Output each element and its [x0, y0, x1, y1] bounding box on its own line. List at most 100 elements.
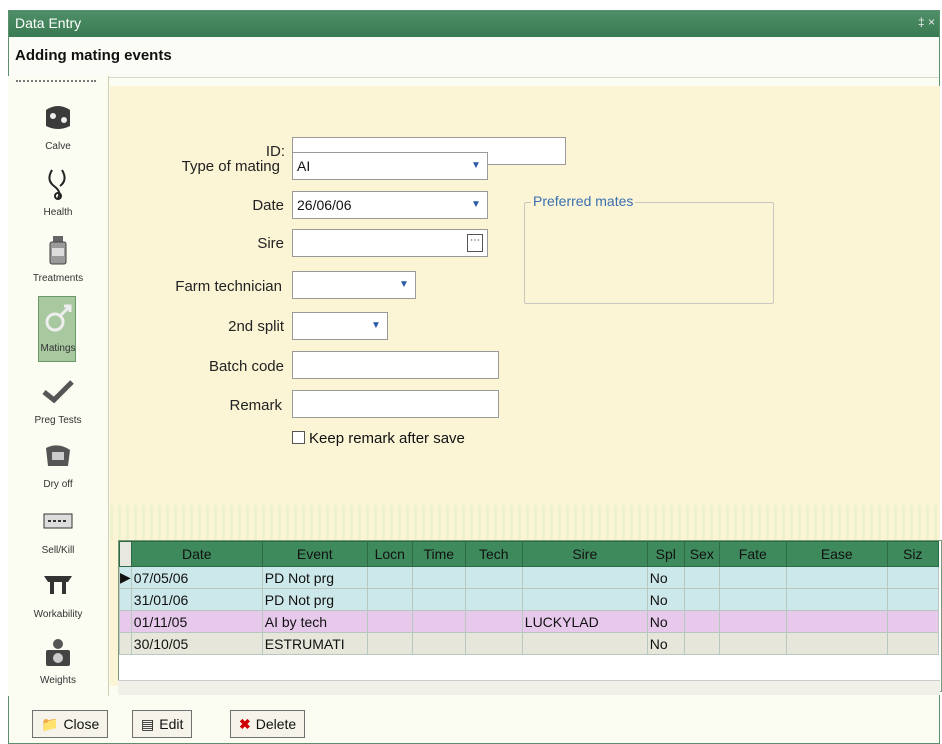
table-cell[interactable] [366, 632, 413, 655]
table-cell[interactable] [718, 566, 787, 589]
table-cell[interactable]: No [646, 566, 685, 589]
column-header[interactable]: Locn [366, 541, 413, 567]
table-cell[interactable] [366, 610, 413, 633]
table-cell[interactable]: 31/01/06 [130, 588, 263, 611]
table-cell[interactable] [411, 588, 466, 611]
mating-type-label: Type of mating [181, 158, 280, 175]
table-cell[interactable] [718, 632, 787, 655]
table-cell[interactable]: PD Not prg [261, 566, 368, 589]
table-cell[interactable] [886, 588, 939, 611]
sidebar-item-dry-off[interactable]: Dry off [8, 432, 108, 502]
batch-code-field[interactable] [292, 351, 499, 379]
ellipsis-icon[interactable]: ⋯ [467, 234, 483, 252]
chevron-down-icon[interactable]: ▼ [469, 197, 483, 213]
table-cell[interactable] [683, 588, 720, 611]
farm-technician-dropdown[interactable]: ▼ [292, 271, 416, 299]
table-row[interactable]: ▶ 07/05/06 PD Not prg No [119, 566, 939, 589]
table-cell[interactable] [886, 566, 939, 589]
chevron-down-icon[interactable]: ▼ [369, 318, 383, 334]
table-cell[interactable]: No [646, 632, 685, 655]
events-grid[interactable]: Date Event Locn Time Tech Sire Spl Sex F… [118, 540, 942, 692]
sidebar-item-weights[interactable]: Weights [8, 628, 108, 698]
column-header[interactable]: Tech [464, 541, 523, 567]
table-cell[interactable] [785, 588, 888, 611]
bottle-icon [49, 236, 67, 265]
chevron-down-icon[interactable]: ▼ [397, 277, 411, 293]
table-cell[interactable] [464, 610, 523, 633]
table-cell[interactable]: LUCKYLAD [521, 610, 648, 633]
column-header[interactable]: Sire [521, 541, 648, 567]
row-indicator-header [119, 541, 132, 567]
column-header[interactable]: Spl [646, 541, 685, 567]
table-cell[interactable]: 07/05/06 [130, 566, 263, 589]
table-cell[interactable] [366, 588, 413, 611]
second-split-dropdown[interactable]: ▼ [292, 312, 388, 340]
delete-button[interactable]: ✖ Delete [230, 710, 306, 738]
tag-icon [43, 513, 73, 529]
table-cell[interactable] [718, 610, 787, 633]
close-button[interactable]: 📁 Close [32, 710, 109, 738]
table-cell[interactable] [683, 632, 720, 655]
edit-label: Edit [159, 716, 184, 732]
table-cell[interactable] [521, 566, 648, 589]
table-cell[interactable] [683, 610, 720, 633]
table-cell[interactable] [411, 566, 466, 589]
horizontal-scrollbar[interactable] [118, 680, 940, 695]
edit-button[interactable]: ▤ Edit [132, 710, 193, 738]
sidebar-item-matings[interactable]: Matings [8, 296, 108, 366]
table-cell[interactable] [785, 610, 888, 633]
sire-field[interactable]: ⋯ [292, 229, 488, 257]
table-cell[interactable] [886, 632, 939, 655]
table-cell[interactable] [521, 588, 648, 611]
sidebar-item-health[interactable]: Health [8, 160, 108, 230]
column-header[interactable]: Ease [785, 541, 888, 567]
farm-technician-label: Farm technician [175, 278, 282, 295]
table-cell[interactable] [683, 566, 720, 589]
table-cell[interactable] [464, 632, 523, 655]
mating-type-dropdown[interactable]: AI ▼ [292, 152, 488, 180]
stethoscope-icon [48, 169, 66, 200]
column-header[interactable]: Time [411, 541, 466, 567]
grid-header-row: Date Event Locn Time Tech Sire Spl Sex F… [119, 541, 939, 567]
table-cell[interactable]: PD Not prg [261, 588, 368, 611]
column-header[interactable]: Fate [718, 541, 787, 567]
dry-off-icon [46, 445, 70, 466]
pin-icon[interactable]: ‡ × [918, 15, 935, 29]
sidebar-item-preg-tests[interactable]: Preg Tests [8, 368, 108, 438]
table-cell[interactable]: AI by tech [261, 610, 368, 633]
sidebar-item-label: Preg Tests [34, 415, 82, 426]
table-cell[interactable]: ESTRUMATI [261, 632, 368, 655]
table-cell[interactable] [521, 632, 648, 655]
sidebar-item-treatments[interactable]: Treatments [8, 226, 108, 296]
table-cell[interactable]: No [646, 610, 685, 633]
column-header[interactable]: Date [130, 541, 263, 567]
table-cell[interactable] [464, 588, 523, 611]
checkbox-box[interactable] [292, 431, 305, 444]
sidebar-item-workability[interactable]: Workability [8, 562, 108, 632]
table-cell[interactable] [785, 632, 888, 655]
delete-label: Delete [255, 716, 297, 732]
column-header[interactable]: Siz [886, 541, 939, 567]
chevron-down-icon[interactable]: ▼ [469, 158, 483, 174]
column-header[interactable]: Sex [683, 541, 720, 567]
sidebar-item-label: Treatments [32, 273, 84, 284]
table-cell[interactable]: No [646, 588, 685, 611]
table-cell[interactable] [464, 566, 523, 589]
table-row[interactable]: 31/01/06 PD Not prg No [119, 588, 939, 611]
table-cell[interactable] [785, 566, 888, 589]
table-cell[interactable] [886, 610, 939, 633]
table-row[interactable]: 01/11/05 AI by tech LUCKYLAD No [119, 610, 939, 633]
date-dropdown[interactable]: 26/06/06 ▼ [292, 191, 488, 219]
table-cell[interactable]: 01/11/05 [130, 610, 263, 633]
table-cell[interactable] [411, 632, 466, 655]
sidebar-item-calve[interactable]: Calve [8, 94, 108, 164]
keep-remark-checkbox[interactable]: Keep remark after save [292, 430, 465, 447]
table-row[interactable]: 30/10/05 ESTRUMATI No [119, 632, 939, 655]
table-cell[interactable] [718, 588, 787, 611]
sidebar-item-sell-kill[interactable]: Sell/Kill [8, 498, 108, 568]
table-cell[interactable]: 30/10/05 [130, 632, 263, 655]
remark-field[interactable] [292, 390, 499, 418]
column-header[interactable]: Event [261, 541, 368, 567]
table-cell[interactable] [411, 610, 466, 633]
table-cell[interactable] [366, 566, 413, 589]
